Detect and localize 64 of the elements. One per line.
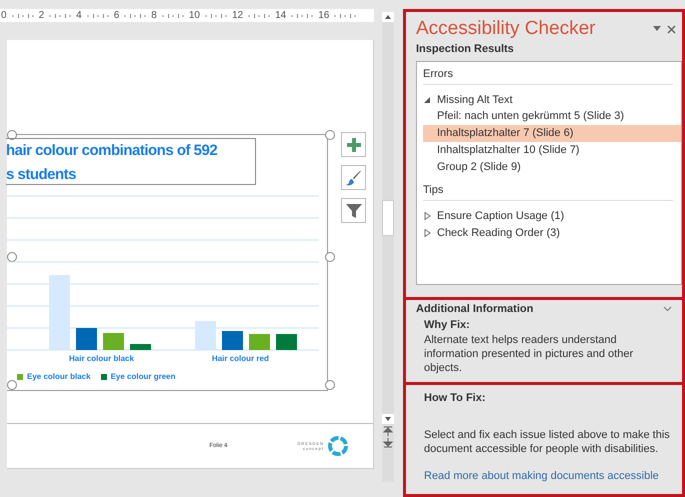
ruler-ticks-drawing: [246, 12, 272, 18]
legend-label: Eye colour green: [110, 372, 176, 381]
pane-title: Accessibility Checker: [416, 18, 596, 40]
expand-icon[interactable]: [424, 228, 431, 236]
ruler-ticks-drawing: [160, 12, 186, 18]
dropdown-icon[interactable]: [653, 26, 661, 32]
chart-bar: [249, 334, 270, 350]
issue-category[interactable]: Missing Alt Text: [423, 91, 681, 108]
issue-category[interactable]: Check Reading Order (3): [423, 224, 681, 241]
help-link[interactable]: Read more about making documents accessible: [424, 470, 672, 482]
resize-handle[interactable]: [325, 380, 335, 390]
scroll-up-icon[interactable]: [382, 12, 394, 22]
previous-slide-icon[interactable]: [383, 426, 393, 436]
ruler: 0 2 4 6 8 10 12 14 16: [0, 9, 374, 22]
ruler-ticks-drawing: [122, 12, 148, 18]
how-to-fix-text: Select and fix each issue listed above to make this document accessible for people with disabilities.: [424, 428, 671, 456]
add-chart-element-button[interactable]: [341, 132, 366, 157]
issue-item[interactable]: Inhaltsplatzhalter 10 (Slide 7): [423, 142, 681, 159]
chart-bar: [222, 331, 243, 350]
ring-logo-icon: [327, 435, 349, 457]
chevron-icon[interactable]: [663, 306, 672, 312]
chart-bar: [103, 333, 124, 350]
issue-item[interactable]: Group 2 (Slide 9): [423, 159, 681, 176]
issue-item[interactable]: Pfeil: nach unten gekrümmt 5 (Slide 3): [423, 108, 681, 125]
section-heading: How To Fix:: [424, 392, 487, 404]
filter-icon: [346, 202, 362, 218]
legend-label: Eye colour black: [27, 372, 91, 381]
ruler-ticks-drawing: [202, 12, 229, 18]
group-heading: Tips: [423, 184, 673, 201]
section-heading: Inspection Results: [416, 43, 515, 55]
chart-bar: [195, 321, 216, 350]
scrollbar[interactable]: [382, 12, 394, 482]
chart-bar: [130, 344, 151, 350]
ruler-ticks-drawing: [47, 12, 74, 18]
resize-handle[interactable]: [325, 130, 335, 140]
resize-handle[interactable]: [325, 252, 335, 262]
resize-handle[interactable]: [7, 380, 17, 390]
ruler-ticks-drawing: [84, 12, 111, 18]
ruler-ticks-drawing: [332, 12, 358, 18]
section-heading: Why Fix:: [424, 319, 471, 331]
next-slide-icon[interactable]: [383, 438, 393, 448]
ruler-ticks-drawing: [10, 12, 36, 18]
axis-label: Hair colour black: [69, 354, 134, 363]
section-heading: Additional Information: [416, 303, 534, 315]
issue-category[interactable]: Ensure Caption Usage (1): [423, 207, 681, 224]
resize-handle[interactable]: [7, 130, 17, 140]
chart-title: hair colour combinations of 592 s students: [6, 138, 256, 185]
chart-styles-button[interactable]: [341, 165, 366, 190]
ruler-ticks-drawing: [289, 12, 316, 18]
brush-icon: [346, 170, 362, 186]
plus-icon: [346, 138, 360, 152]
expand-icon[interactable]: [424, 212, 431, 220]
collapse-icon[interactable]: [424, 96, 431, 104]
close-icon[interactable]: [667, 24, 676, 34]
resize-handle[interactable]: [7, 252, 17, 262]
chart-bar: [76, 328, 97, 350]
why-fix-text: Alternate text helps readers understand information presented in pictures and other objects.: [424, 333, 634, 375]
issue-item[interactable]: Inhaltsplatzhalter 7 (Slide 6): [423, 125, 681, 142]
group-heading: Errors: [423, 68, 673, 85]
chart-bar: [276, 334, 297, 350]
chart-filters-button[interactable]: [341, 198, 366, 223]
scroll-down-icon[interactable]: [382, 414, 394, 424]
scroll-thumb[interactable]: [382, 200, 394, 236]
axis-label: Hair colour red: [212, 354, 269, 363]
